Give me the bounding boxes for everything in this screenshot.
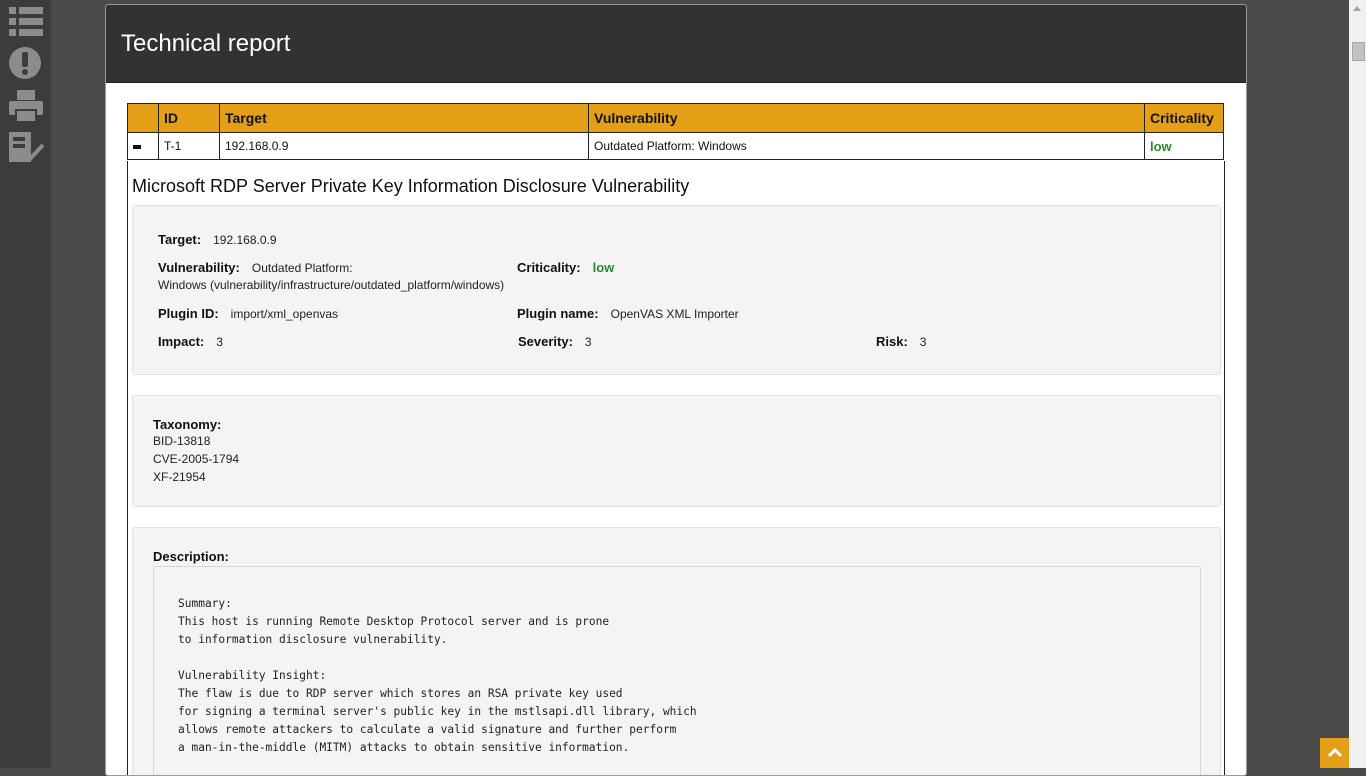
risk-label: Risk: [876,334,908,349]
description-label: Description: [153,549,229,564]
vulnerability-path-value: Windows (vulnerability/infrastructure/ou… [158,278,505,292]
collapse-toggle[interactable] [127,132,159,160]
vulnerability-value: Outdated Platform: [251,261,353,275]
plugin-name-field: Plugin name: OpenVAS XML Importer [517,306,739,321]
description-box: Description: Summary: This host is runni… [132,527,1221,775]
cell-id: T-1 [158,132,220,160]
severity-label: Severity: [518,334,573,349]
plugin-name-value: OpenVAS XML Importer [610,307,739,321]
column-header-vulnerability: Vulnerability [588,103,1145,133]
impact-value: 3 [216,335,223,349]
report-panel: Technical report ID Target Vulnerability… [105,4,1247,776]
page-scrollbar[interactable] [1349,0,1366,768]
back-to-top-button[interactable] [1320,738,1349,768]
scroll-thumb[interactable] [1352,42,1365,61]
taxonomy-box: Taxonomy: BID-13818 CVE-2005-1794 XF-219… [132,395,1221,507]
column-header-target: Target [219,103,589,133]
risk-field: Risk: 3 [876,334,926,349]
taxonomy-item: XF-21954 [153,470,206,484]
plugin-name-label: Plugin name: [517,306,599,321]
cell-criticality: low [1144,132,1224,160]
impact-field: Impact: 3 [158,334,223,349]
vulnerability-field: Vulnerability: Outdated Platform: [158,260,353,275]
column-header-toggle [127,103,159,133]
criticality-value: low [592,260,615,275]
alert-icon[interactable] [8,45,44,81]
target-value: 192.168.0.9 [213,233,277,247]
table-row[interactable]: T-1 192.168.0.9 Outdated Platform: Windo… [127,132,1224,160]
cell-vulnerability: Outdated Platform: Windows [588,132,1145,160]
panel-header: Technical report [106,5,1246,83]
vulnerability-path: Windows (vulnerability/infrastructure/ou… [158,278,504,292]
plugin-id-value: import/xml_openvas [230,307,339,321]
vulnerability-detail: Microsoft RDP Server Private Key Informa… [127,161,1225,775]
taxonomy-item: CVE-2005-1794 [153,452,240,466]
scroll-up-arrow[interactable] [1353,6,1361,11]
info-box: Target: 192.168.0.9 Vulnerability: Outdate… [132,205,1221,375]
description-text: Summary: This host is running Remote Des… [178,597,697,754]
printer-icon[interactable] [8,88,44,124]
list-icon[interactable] [8,4,44,40]
target-field: Target: 192.168.0.9 [158,232,277,247]
column-header-criticality: Criticality [1144,103,1224,133]
risk-value: 3 [919,335,927,349]
description-content: Summary: This host is running Remote Des… [153,566,1201,775]
table-header-row: ID Target Vulnerability Criticality [127,103,1224,133]
cell-target: 192.168.0.9 [219,132,589,160]
column-header-id: ID [158,103,220,133]
taxonomy-item: BID-13818 [153,434,211,448]
plugin-id-field: Plugin ID: import/xml_openvas [158,306,338,321]
taxonomy-content: Taxonomy: BID-13818 CVE-2005-1794 XF-219… [153,417,239,486]
chevron-up-icon [1327,748,1342,758]
minus-icon [133,144,141,149]
sidebar [0,0,51,768]
criticality-label: Criticality: [517,260,581,275]
severity-value: 3 [584,335,592,349]
taxonomy-label: Taxonomy: [153,417,222,432]
severity-field: Severity: 3 [518,334,592,349]
vulnerability-label: Vulnerability: [158,260,240,275]
detail-title: Microsoft RDP Server Private Key Informa… [132,176,690,196]
target-label: Target: [158,232,202,247]
page-title: Technical report [121,29,291,57]
vulnerability-table: ID Target Vulnerability Criticality T-1 … [127,103,1224,160]
plugin-id-label: Plugin ID: [158,306,219,321]
criticality-field: Criticality: low [517,260,614,275]
report-check-icon[interactable] [8,129,44,165]
impact-label: Impact: [158,334,205,349]
